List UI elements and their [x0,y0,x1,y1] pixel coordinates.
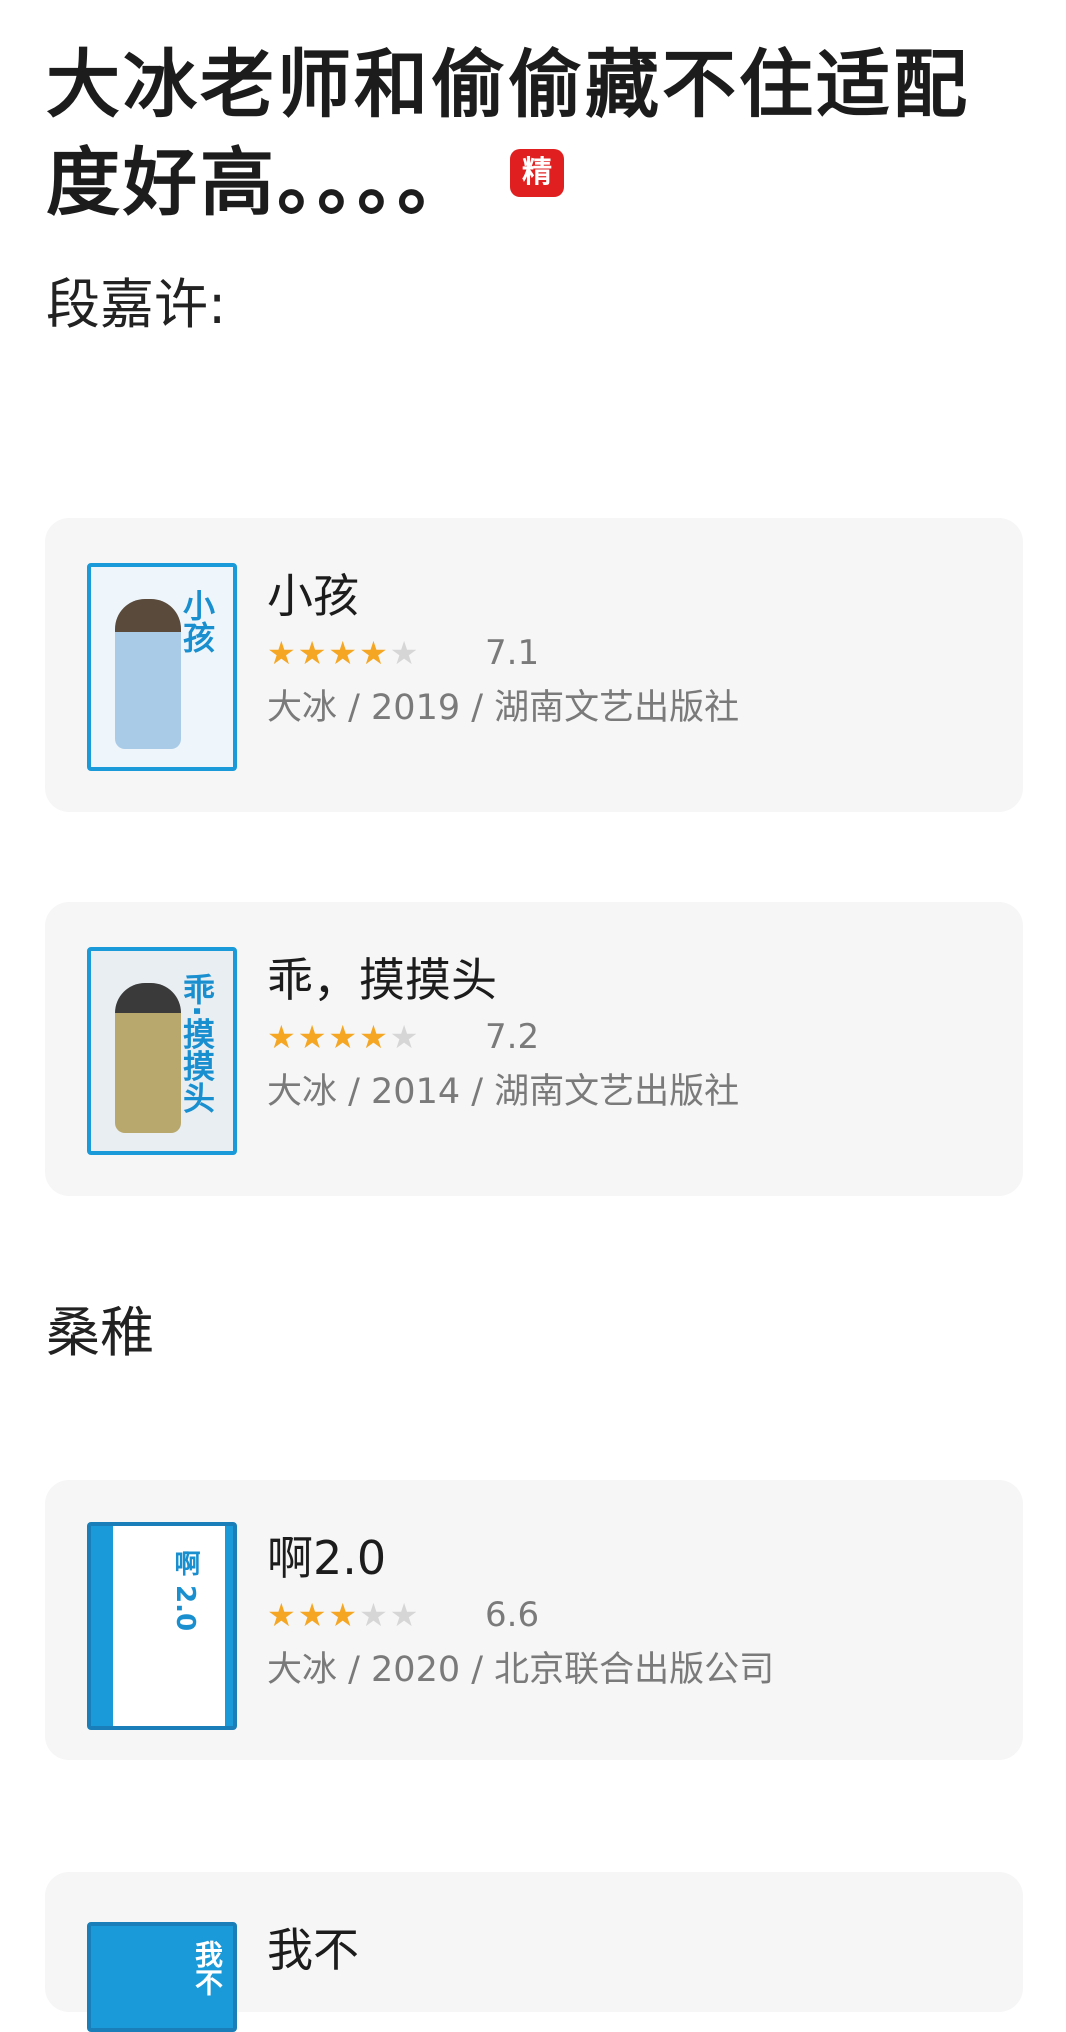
featured-badge: 精 [510,149,564,198]
book-title[interactable]: 乖，摸摸头 [267,950,497,1010]
cover-photo [115,599,181,749]
post-title-text: 大冰老师和偷偷藏不住适配度好高。。。。 [46,42,970,226]
rating-value: 7.2 [485,1017,540,1057]
book-meta: 大冰 / 2020 / 北京联合出版公司 [267,1650,775,1690]
section-heading-sang: 桑稚 [46,1301,154,1364]
book-cover: 小孩 [87,563,237,771]
book-card[interactable]: 小孩 小孩 ★★★★★ 7.1 大冰 / 2019 / 湖南文艺出版社 [45,518,1023,812]
rating-stars: ★★★★★ [267,634,421,672]
book-card[interactable]: 我不 我不 [45,1872,1023,2032]
book-cover: 乖·摸摸头 [87,947,237,1155]
book-meta: 大冰 / 2014 / 湖南文艺出版社 [267,1072,740,1112]
cover-photo [115,983,181,1133]
cover-title: 我不 [191,1940,224,1996]
rating-stars: ★★★★★ [267,1596,421,1634]
book-title[interactable]: 小孩 [267,566,359,626]
cover-title: 小孩 [178,589,216,653]
section-heading-duan: 段嘉许: [46,273,227,336]
book-card[interactable]: 乖·摸摸头 乖，摸摸头 ★★★★★ 7.2 大冰 / 2014 / 湖南文艺出版… [45,902,1023,1196]
book-cover: 啊 2.0 [87,1522,237,1730]
post-title: 大冰老师和偷偷藏不住适配度好高。。。。精 [46,36,1006,232]
rating-value: 7.1 [485,633,540,673]
rating-value: 6.6 [485,1595,540,1635]
book-meta: 大冰 / 2019 / 湖南文艺出版社 [267,688,740,728]
rating-stars: ★★★★★ [267,1018,421,1056]
book-title[interactable]: 我不 [267,1920,359,1980]
book-cover: 我不 [87,1922,237,2032]
cover-title: 啊 2.0 [170,1550,200,1632]
book-card[interactable]: 啊 2.0 啊2.0 ★★★★★ 6.6 大冰 / 2020 / 北京联合出版公… [45,1480,1023,1760]
book-title[interactable]: 啊2.0 [267,1528,386,1588]
cover-title: 乖·摸摸头 [178,973,216,1114]
